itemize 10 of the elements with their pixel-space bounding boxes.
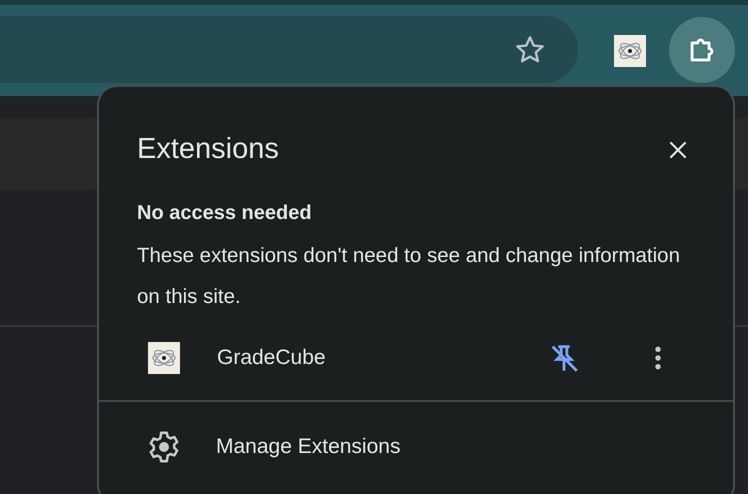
star-icon[interactable] xyxy=(514,34,546,66)
atom-icon xyxy=(148,342,180,374)
section-title: No access needed xyxy=(137,202,313,225)
more-icon[interactable] xyxy=(654,345,662,371)
manage-extensions-link[interactable]: Manage Extensions xyxy=(216,435,400,459)
settings-icon xyxy=(147,430,181,464)
atom-icon[interactable] xyxy=(614,34,646,66)
extension-name: GradeCube xyxy=(217,346,327,370)
section-description: These extensions don't need to see and change information on this site. xyxy=(137,243,681,310)
popup-title: Extensions xyxy=(137,133,279,166)
